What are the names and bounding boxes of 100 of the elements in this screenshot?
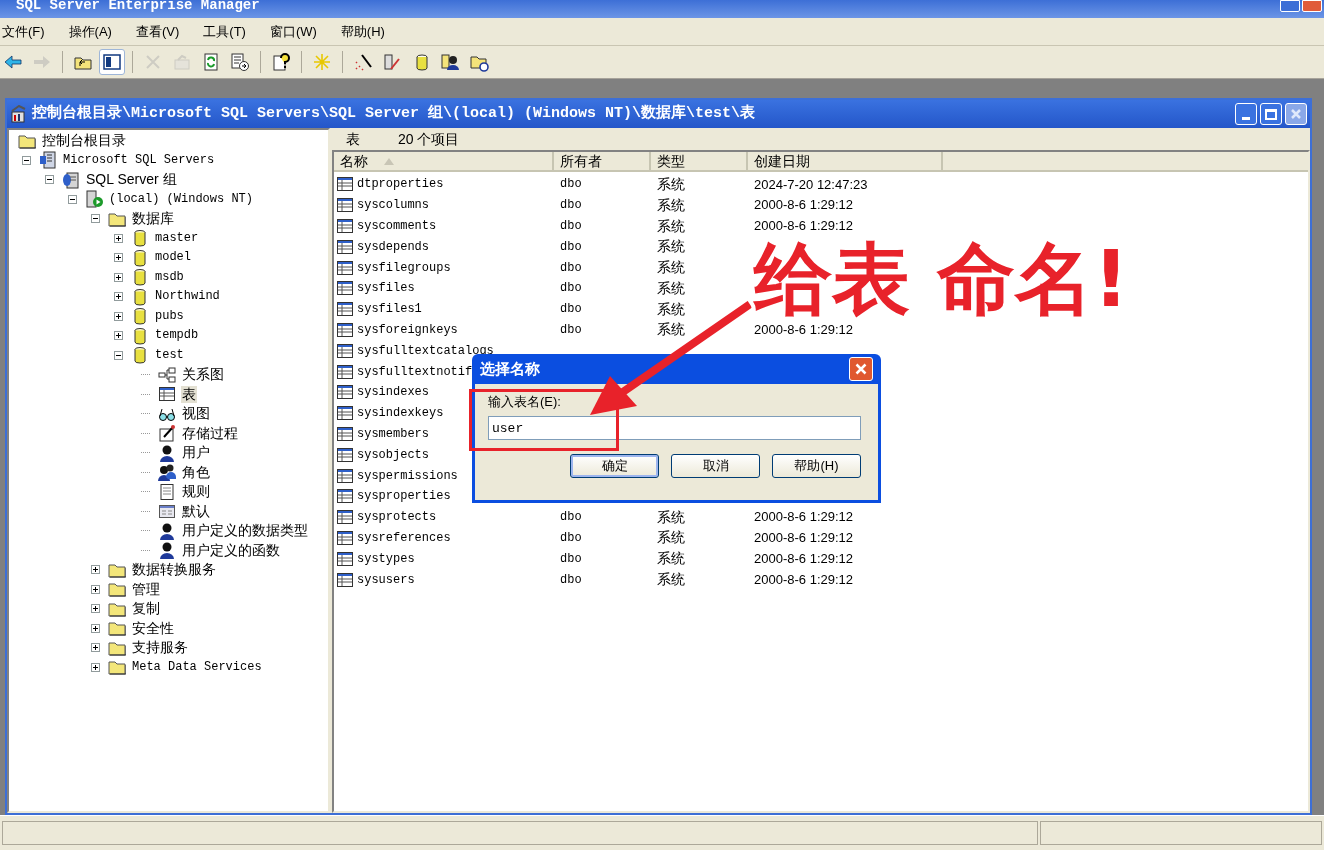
- close-button[interactable]: [1302, 0, 1322, 12]
- column-header[interactable]: 名称: [334, 152, 554, 172]
- collapse-toggle[interactable]: [22, 155, 31, 165]
- table-icon: [336, 445, 354, 464]
- table-name[interactable]: sysprotects: [357, 508, 437, 527]
- dialog-button[interactable]: 确定: [570, 454, 659, 478]
- database-icon: [131, 287, 149, 306]
- back-icon: [3, 52, 23, 72]
- tree-item[interactable]: model: [154, 249, 192, 267]
- table-name[interactable]: syspermissions: [357, 466, 458, 485]
- tree-item[interactable]: 复制: [131, 600, 161, 618]
- table-name[interactable]: sysusers: [357, 570, 415, 589]
- table-icon: [336, 196, 354, 215]
- table-name[interactable]: syscolumns: [357, 196, 429, 215]
- tree-item[interactable]: Northwind: [154, 288, 221, 306]
- table-name[interactable]: sysmembers: [357, 424, 429, 443]
- collapse-toggle[interactable]: [114, 350, 123, 360]
- table-name[interactable]: sysobjects: [357, 445, 429, 464]
- column-header[interactable]: 所有者: [554, 152, 651, 172]
- tree-item[interactable]: 用户: [181, 444, 211, 462]
- expand-toggle[interactable]: [114, 272, 123, 282]
- minimize-button[interactable]: [1280, 0, 1300, 12]
- tree-item[interactable]: 规则: [181, 483, 211, 501]
- tree-item[interactable]: msdb: [154, 268, 185, 286]
- column-header[interactable]: 创建日期: [748, 152, 943, 172]
- menu-item[interactable]: 帮助(H): [339, 21, 386, 42]
- wand-icon: [353, 52, 373, 72]
- menu-item[interactable]: 工具(T): [202, 21, 247, 42]
- table-name[interactable]: sysfilegroups: [357, 258, 451, 277]
- dialog-button[interactable]: 取消: [671, 454, 760, 478]
- tree-item[interactable]: Microsoft SQL Servers: [62, 151, 216, 169]
- expand-toggle[interactable]: [91, 662, 100, 672]
- tree-item[interactable]: 表: [181, 385, 197, 403]
- table-name[interactable]: sysdepends: [357, 237, 429, 256]
- tree-item[interactable]: 用户定义的数据类型: [181, 522, 309, 540]
- tree-item[interactable]: 管理: [131, 580, 161, 598]
- menu-item[interactable]: 文件(F): [1, 21, 46, 42]
- menu-item[interactable]: 查看(V): [134, 21, 181, 42]
- expand-toggle[interactable]: [114, 233, 123, 243]
- tree-item[interactable]: SQL Server 组: [85, 171, 178, 189]
- tree-item[interactable]: Meta Data Services: [131, 658, 263, 676]
- table-name-field[interactable]: user: [488, 416, 861, 440]
- expand-toggle[interactable]: [91, 623, 100, 633]
- table-name[interactable]: sysfiles: [357, 279, 415, 298]
- table-cell-text: dbo: [560, 259, 582, 277]
- tree-item[interactable]: 控制台根目录: [41, 132, 127, 150]
- table-name[interactable]: sysreferences: [357, 528, 451, 547]
- database-icon: [131, 229, 149, 248]
- tree-item[interactable]: 存储过程: [181, 424, 239, 442]
- table-name[interactable]: sysindexes: [357, 383, 429, 402]
- expand-toggle[interactable]: [114, 311, 123, 321]
- table-name[interactable]: sysproperties: [357, 487, 451, 506]
- sparkle-icon: [312, 52, 332, 72]
- dialog-button[interactable]: 帮助(H): [772, 454, 861, 478]
- column-header[interactable]: 类型: [651, 152, 748, 172]
- expand-toggle[interactable]: [91, 643, 100, 653]
- table-name[interactable]: sysfiles1: [357, 300, 422, 319]
- table-name[interactable]: syscomments: [357, 217, 437, 235]
- table-cell-text: 2000-8-6 1:29:12: [754, 550, 854, 568]
- table-icon: [336, 424, 354, 443]
- minimize-button[interactable]: [1235, 103, 1257, 125]
- table-name[interactable]: sysforeignkeys: [357, 320, 458, 339]
- close-button[interactable]: [849, 357, 873, 381]
- tree-item[interactable]: 视图: [181, 405, 211, 423]
- tree-item[interactable]: 安全性: [131, 619, 175, 637]
- tree-item[interactable]: 关系图: [181, 366, 225, 384]
- table-name[interactable]: sysfulltextcatalogs: [357, 341, 494, 360]
- tree-item[interactable]: test: [154, 346, 185, 364]
- table-name[interactable]: sysfulltextnotif: [357, 362, 473, 381]
- tree-item[interactable]: 支持服务: [131, 639, 189, 657]
- expand-toggle[interactable]: [114, 331, 123, 341]
- expand-toggle[interactable]: [114, 253, 123, 263]
- menu-item[interactable]: 窗口(W): [268, 21, 318, 42]
- tree-item[interactable]: (local) (Windows NT): [108, 190, 255, 208]
- table-name[interactable]: dtproperties: [357, 175, 444, 194]
- menu-item[interactable]: 操作(A): [67, 21, 113, 42]
- collapse-toggle[interactable]: [68, 194, 77, 204]
- tree-item[interactable]: 角色: [181, 463, 211, 481]
- expand-toggle[interactable]: [91, 565, 100, 575]
- table-name[interactable]: sysindexkeys: [357, 404, 444, 423]
- tree-pane-button[interactable]: [99, 49, 125, 75]
- tree-item[interactable]: 数据转换服务: [131, 561, 217, 579]
- expand-toggle[interactable]: [91, 604, 100, 614]
- table-name[interactable]: systypes: [357, 549, 415, 568]
- server-running-icon: [85, 190, 103, 209]
- tree-item[interactable]: master: [154, 229, 200, 247]
- table-icon: [336, 300, 354, 319]
- collapse-toggle[interactable]: [91, 214, 100, 224]
- tree-item[interactable]: tempdb: [154, 327, 200, 345]
- table-icon: [336, 279, 354, 298]
- tree-item[interactable]: 默认: [181, 502, 211, 520]
- collapse-toggle[interactable]: [45, 175, 54, 185]
- edit-icon: [382, 52, 402, 72]
- tree-item[interactable]: 数据库: [131, 210, 175, 228]
- maximize-button[interactable]: [1260, 103, 1282, 125]
- tree-item[interactable]: pubs: [154, 307, 185, 325]
- tree-item[interactable]: 用户定义的函数: [181, 541, 281, 559]
- expand-toggle[interactable]: [91, 584, 100, 594]
- expand-toggle[interactable]: [114, 292, 123, 302]
- table-cell-text: 系统: [657, 216, 685, 236]
